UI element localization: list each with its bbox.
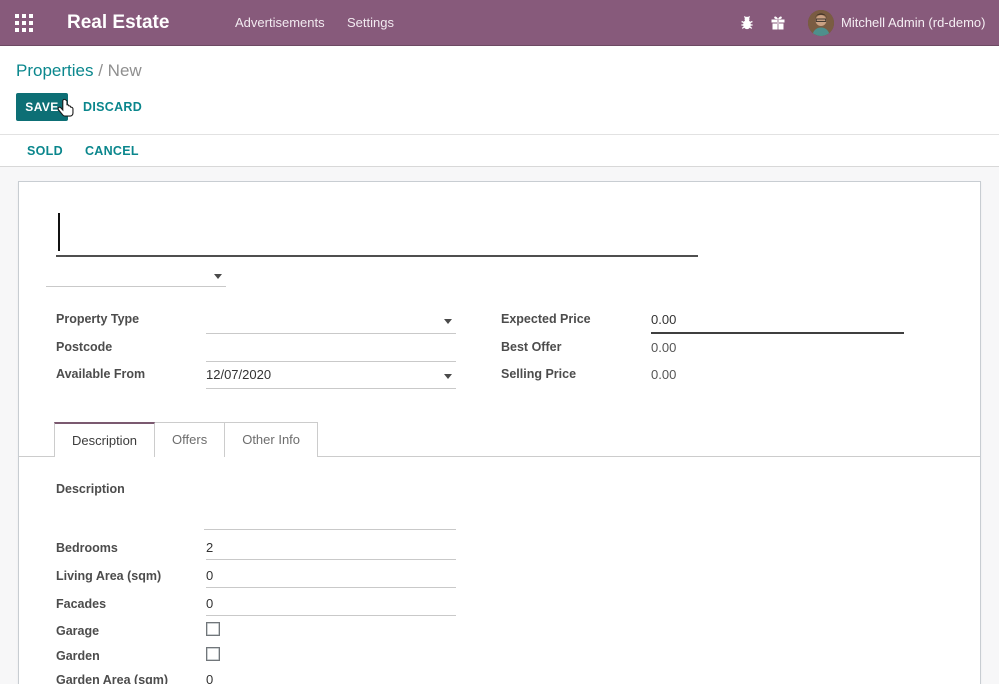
breadcrumb-current: New [108,61,142,80]
field-label: Property Type [56,312,139,326]
field-row-garden: Garden [56,646,476,669]
living-area-input[interactable]: 0 [206,566,456,588]
chevron-down-icon [444,319,452,324]
field-row-bedrooms: Bedrooms 2 [56,538,476,561]
bedrooms-input[interactable]: 2 [206,538,456,560]
tab-description[interactable]: Description [54,422,155,457]
property-name-input[interactable] [56,207,698,257]
chevron-down-icon [444,374,452,379]
discard-button[interactable]: DISCARD [83,93,142,121]
tab-offers[interactable]: Offers [154,422,225,457]
nav-menu-advertisements[interactable]: Advertisements [235,0,325,46]
field-label: Garden Area (sqm) [56,673,168,684]
garden-area-input[interactable]: 0 [206,670,456,684]
app-title[interactable]: Real Estate [67,0,169,46]
breadcrumb-properties-link[interactable]: Properties [16,61,93,80]
field-label: Selling Price [501,367,576,381]
text-cursor [58,213,60,251]
field-label: Available From [56,367,145,381]
cancel-button[interactable]: CANCEL [85,144,139,158]
field-row-expected-price: Expected Price 0.00 [501,308,921,335]
facades-input[interactable]: 0 [206,594,456,616]
postcode-input[interactable] [206,336,456,362]
control-panel: Properties / New SAVE DISCARD [0,47,999,134]
field-row-garage: Garage [56,621,476,644]
field-row-facades: Facades 0 [56,594,476,617]
field-label: Facades [56,597,106,611]
field-row-property-type: Property Type [56,308,476,335]
property-type-dropdown[interactable] [206,308,456,334]
description-text-input[interactable] [204,504,456,530]
user-avatar[interactable] [808,10,834,36]
field-label: Bedrooms [56,541,118,555]
breadcrumb-separator: / [98,61,107,80]
field-label: Expected Price [501,312,591,326]
available-from-date-input[interactable]: 12/07/2020 [206,363,456,389]
best-offer-value: 0.00 [651,336,904,362]
field-label: Garden [56,649,100,663]
user-name[interactable]: Mitchell Admin (rd-demo) [841,0,986,46]
field-row-available-from: Available From 12/07/2020 [56,363,476,390]
field-label: Postcode [56,340,112,354]
page: Real Estate Advertisements Settings [0,0,999,684]
property-subtitle-dropdown[interactable] [46,266,226,287]
top-navbar: Real Estate Advertisements Settings [0,0,999,46]
description-section-label: Description [56,482,125,496]
chevron-down-icon [214,274,222,279]
nav-menu-settings[interactable]: Settings [347,0,394,46]
field-label: Best Offer [501,340,561,354]
selling-price-value: 0.00 [651,363,904,389]
sold-button[interactable]: SOLD [27,144,63,158]
field-row-living-area: Living Area (sqm) 0 [56,566,476,589]
field-row-postcode: Postcode [56,336,476,363]
field-row-best-offer: Best Offer 0.00 [501,336,921,363]
field-row-garden-area: Garden Area (sqm) 0 [56,670,476,684]
statusbar: SOLD CANCEL [0,134,999,167]
notebook-tabs: Description Offers Other Info [19,422,980,457]
save-button[interactable]: SAVE [16,93,68,121]
form-sheet: Property Type Postcode Available From 12… [18,181,981,684]
apps-grid-icon[interactable] [14,13,34,33]
expected-price-input[interactable]: 0.00 [651,308,904,334]
garage-checkbox[interactable] [206,622,220,636]
field-row-selling-price: Selling Price 0.00 [501,363,921,390]
gift-icon[interactable] [770,15,786,31]
tab-other-info[interactable]: Other Info [224,422,318,457]
field-label: Garage [56,624,99,638]
garden-checkbox[interactable] [206,647,220,661]
field-label: Living Area (sqm) [56,569,161,583]
breadcrumb: Properties / New [16,61,142,81]
bug-icon[interactable] [739,15,755,31]
